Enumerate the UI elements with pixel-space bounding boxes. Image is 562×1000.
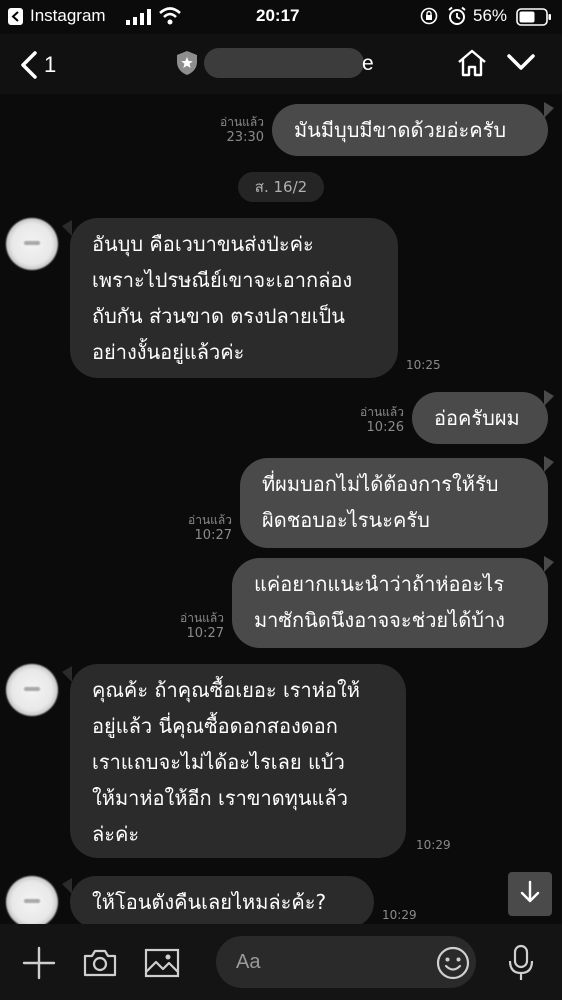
read-receipt: อ่านแล้ว 10:26 <box>360 405 404 435</box>
message-line: คุณค้ะ ถ้าคุณซื้อเยอะ เราห่อให้ <box>92 678 360 702</box>
message-line: ผิดชอบอะไรนะครับ <box>262 508 430 532</box>
read-receipt: อ่านแล้ว 10:27 <box>180 611 224 641</box>
camera-icon[interactable] <box>82 948 118 982</box>
date-divider: ส. 16/2 <box>238 172 324 202</box>
message-time: 10:25 <box>406 358 441 372</box>
bubble-tail <box>62 666 72 682</box>
alarm-icon <box>447 6 467 31</box>
message-text: ให้โอนตังคืนเลยไหมล่ะค้ะ? <box>92 890 327 914</box>
message-bubble-outgoing[interactable]: ที่ผมบอกไม่ได้ต้องการให้รับ ผิดชอบอะไรนะ… <box>240 458 548 548</box>
verified-shield-icon <box>176 50 198 80</box>
message-text: มันมีบุบมีขาดด้วยอ่ะครับ <box>294 118 507 142</box>
message-line: ล่ะค่ะ <box>92 822 140 846</box>
battery-percent: 56% <box>473 6 508 25</box>
bubble-tail <box>62 220 72 236</box>
message-bubble-incoming[interactable]: อันบุบ คือเวบาขนส่งป่ะค่ะ เพราะไปรษณีย์เ… <box>70 218 398 378</box>
message-list[interactable]: อ่านแล้ว 23:30 มันมีบุบมีขาดด้วยอ่ะครับ … <box>0 94 562 928</box>
chevron-down-icon[interactable] <box>506 52 536 76</box>
message-time: 10:29 <box>416 838 451 852</box>
message-bubble-outgoing[interactable]: อ่อครับผม <box>412 392 548 444</box>
message-bubble-incoming[interactable]: คุณค้ะ ถ้าคุณซื้อเยอะ เราห่อให้ อยู่แล้ว… <box>70 664 406 858</box>
read-receipt: อ่านแล้ว 23:30 <box>220 115 264 145</box>
microphone-icon[interactable] <box>508 944 534 986</box>
message-line: อย่างงั้นอยู่แล้วค่ะ <box>92 340 245 364</box>
message-line: แค่อยากแนะนำว่าถ้าห่ออะไร <box>254 572 505 596</box>
chat-header: 1 e <box>0 34 562 94</box>
orientation-lock-icon <box>420 7 438 30</box>
message-line: อยู่แล้ว นี่คุณซื้อดอกสองดอก <box>92 714 338 738</box>
read-receipt: อ่านแล้ว 10:27 <box>188 513 232 543</box>
message-line: ที่ผมบอกไม่ได้ต้องการให้รับ <box>262 472 499 496</box>
back-chevron-icon[interactable] <box>20 50 38 84</box>
bubble-tail <box>544 102 554 118</box>
unread-count[interactable]: 1 <box>44 52 56 78</box>
bubble-tail <box>544 456 554 472</box>
status-bar: Instagram 20:17 56% <box>0 0 562 34</box>
message-line: มาซักนิดนึงอาจจะช่วยได้บ้าง <box>254 608 505 632</box>
battery-icon <box>516 8 552 31</box>
message-line: อันบุบ คือเวบาขนส่งป่ะค่ะ <box>92 232 314 256</box>
scroll-to-bottom-button[interactable] <box>508 872 552 916</box>
message-time: 10:29 <box>382 908 417 922</box>
message-bubble-outgoing[interactable]: มันมีบุบมีขาดด้วยอ่ะครับ <box>272 104 548 156</box>
wifi-icon <box>158 7 182 30</box>
avatar[interactable] <box>6 876 58 928</box>
clock: 20:17 <box>256 6 300 25</box>
bubble-tail <box>62 878 72 894</box>
message-line: ให้มาห่อให้อีก เราขาดทุนแล้ว <box>92 786 348 810</box>
emoji-icon[interactable] <box>436 946 470 984</box>
message-bubble-outgoing[interactable]: แค่อยากแนะนำว่าถ้าห่ออะไร มาซักนิดนึงอาจ… <box>232 558 548 648</box>
bubble-tail <box>544 556 554 572</box>
message-text: อ่อครับผม <box>434 406 520 430</box>
message-line: เราแถบจะไม่ได้อะไรเลย แบ้ว <box>92 750 345 774</box>
arrow-down-icon <box>519 880 541 908</box>
message-line: เพราะไปรษณีย์เขาจะเอากล่อง <box>92 268 353 292</box>
message-composer: Aa <box>0 924 562 1000</box>
contact-name-tail: e <box>362 52 374 75</box>
image-gallery-icon[interactable] <box>144 948 180 982</box>
cellular-signal-icon <box>126 9 152 30</box>
plus-icon[interactable] <box>22 946 56 984</box>
message-line: ถับกัน ส่วนขาด ตรงปลายเป็น <box>92 304 345 328</box>
back-to-app-icon[interactable] <box>8 8 23 25</box>
contact-name-redacted <box>204 48 364 78</box>
avatar[interactable] <box>6 664 58 716</box>
message-bubble-incoming[interactable]: ให้โอนตังคืนเลยไหมล่ะค้ะ? <box>70 876 374 928</box>
home-icon[interactable] <box>456 48 488 82</box>
avatar[interactable] <box>6 218 58 270</box>
back-to-app-label[interactable]: Instagram <box>30 6 106 26</box>
bubble-tail <box>544 390 554 406</box>
